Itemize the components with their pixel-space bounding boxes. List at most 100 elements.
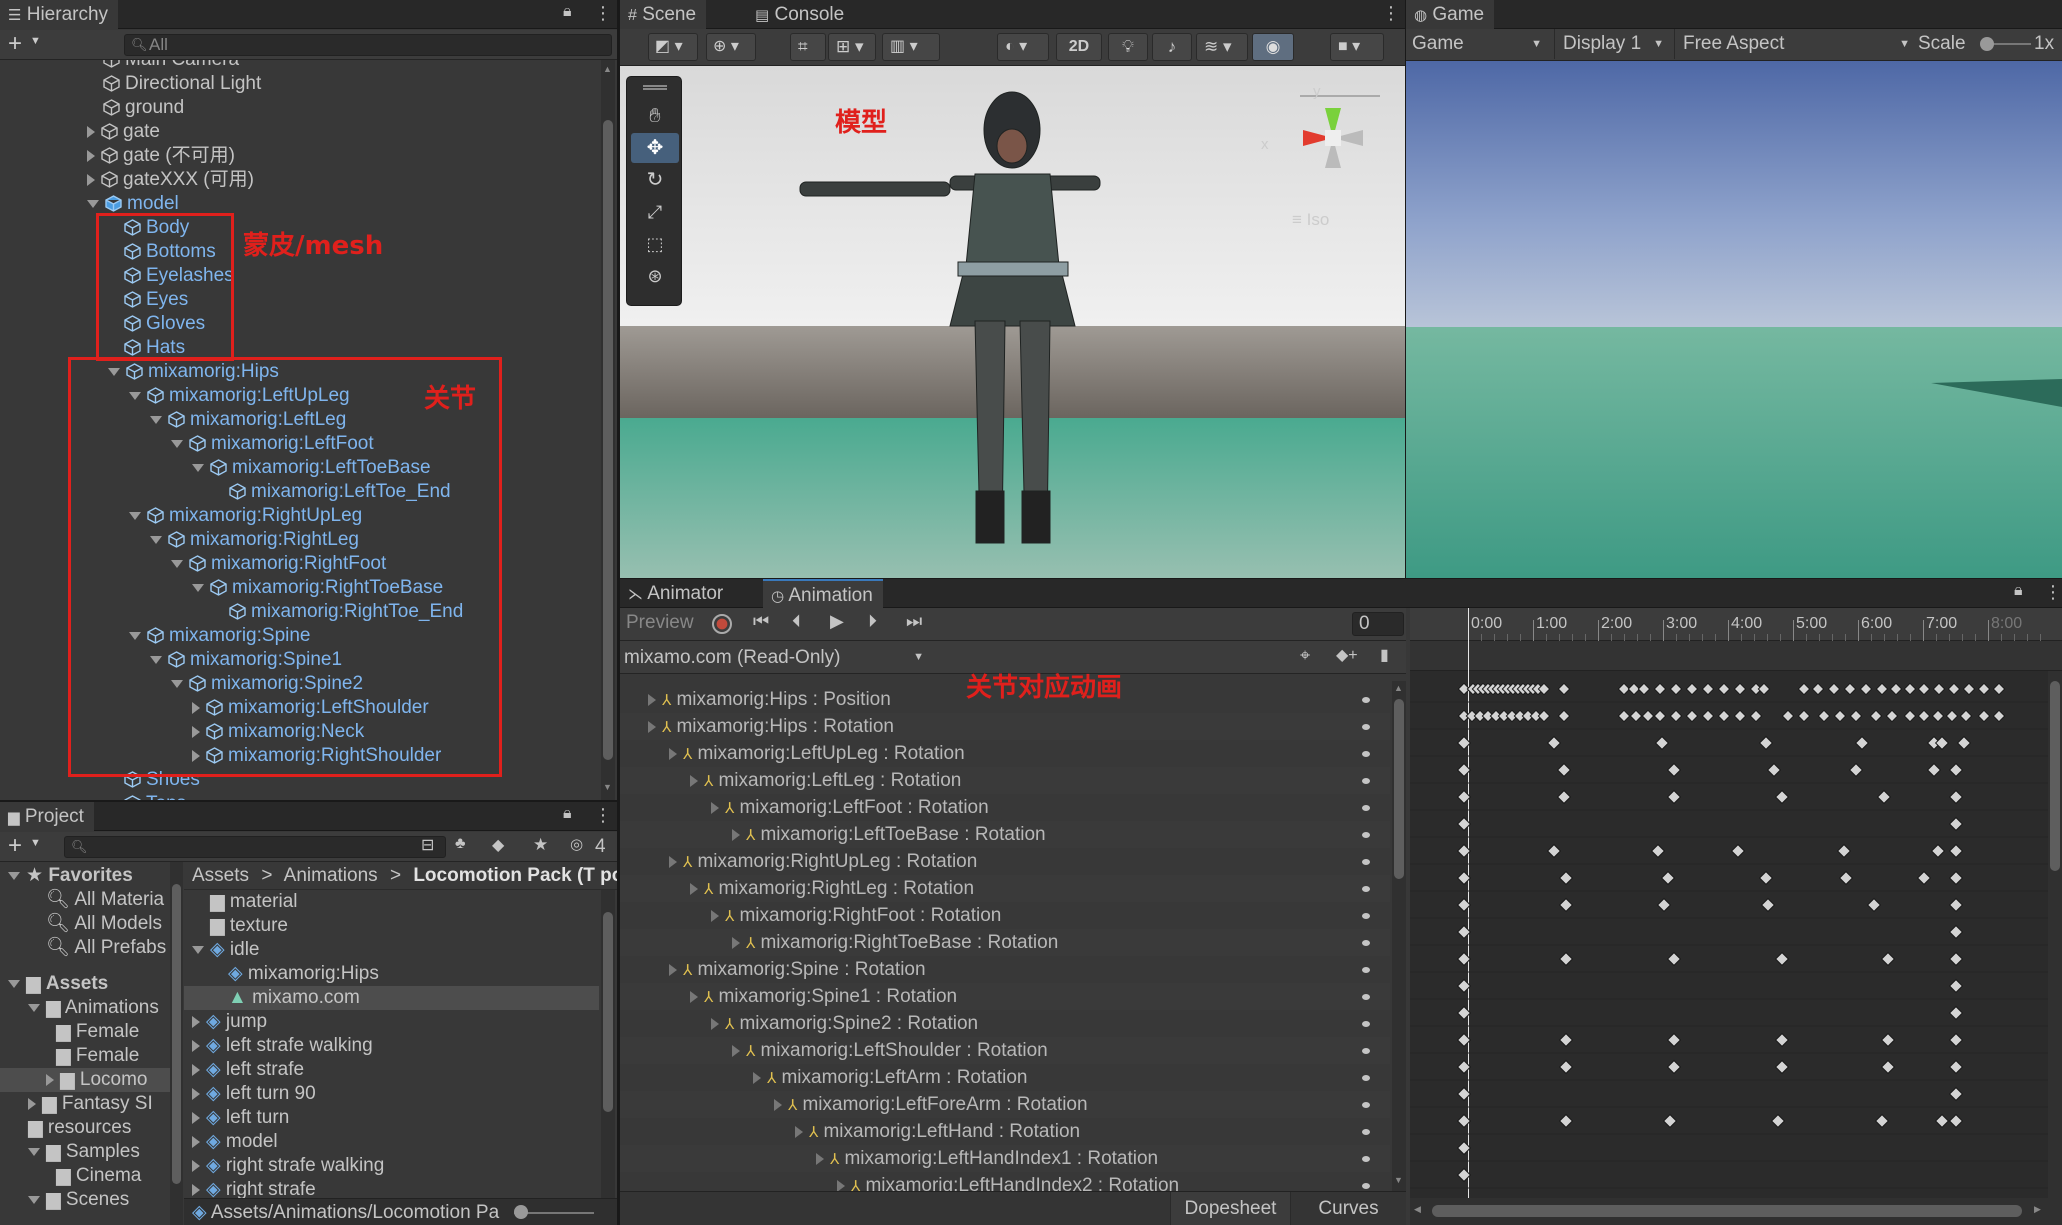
keyframe-marker[interactable] (1456, 1086, 1472, 1102)
property-value-dot[interactable] (1362, 940, 1370, 946)
keyframe-marker[interactable] (1962, 682, 1976, 696)
expand-arrow-icon[interactable] (192, 1159, 200, 1172)
expand-arrow-icon[interactable] (732, 936, 740, 949)
lock-icon[interactable]: 🔒︎ (2014, 582, 2023, 600)
breadcrumb-locomotion[interactable]: Locomotion Pack (T pos (413, 865, 617, 886)
scroll-thumb[interactable] (603, 120, 613, 760)
collapse-arrow-icon[interactable] (192, 945, 204, 954)
expand-arrow-icon[interactable] (816, 1152, 824, 1165)
keyframe-marker[interactable] (1948, 951, 1964, 967)
project-file-item[interactable]: ◈ jump (192, 1010, 267, 1034)
keyframe-marker[interactable] (1666, 789, 1682, 805)
keyframe-marker[interactable] (1656, 897, 1672, 913)
scroll-down-arrow[interactable]: ▼ (603, 782, 612, 792)
dropdown-arrow-icon[interactable]: ▼ (30, 35, 41, 47)
grid-snap-toggle[interactable]: ⌗ (790, 33, 826, 61)
timeline[interactable]: 0:00 1:00 2:00 3:00 4:00 5:00 6:00 7:00 8:00 ◀ ▶ (1410, 608, 2062, 1225)
keyframe-marker[interactable] (1827, 682, 1841, 696)
keyframe-marker[interactable] (1733, 709, 1747, 723)
keyframe-marker[interactable] (1885, 709, 1899, 723)
hand-tool-icon[interactable]: ✋︎ (631, 101, 679, 131)
keyframe-marker[interactable] (1456, 1059, 1472, 1075)
keyframe-marker[interactable] (1558, 870, 1574, 886)
animation-property-row[interactable]: ⅄ mixamorig:Hips : Position (620, 686, 1390, 713)
effects-dropdown[interactable]: ≋ ▾ (1196, 33, 1248, 61)
keyframe-marker[interactable] (1749, 709, 1763, 723)
preview-button[interactable]: Preview (626, 612, 694, 634)
keyframe-target-icon[interactable]: ⌖ (1300, 645, 1310, 666)
favorite-item[interactable]: 🔍︎ All Prefabs (46, 936, 166, 960)
expand-arrow-icon[interactable] (87, 125, 95, 138)
keyframe-marker[interactable] (1637, 682, 1651, 696)
favorites-section[interactable]: ★ Favorites (8, 864, 133, 888)
hierarchy-item[interactable]: ground (103, 96, 184, 120)
palette-grip[interactable] (643, 85, 667, 90)
keyframe-marker[interactable] (1666, 1059, 1682, 1075)
property-value-dot[interactable] (1362, 1075, 1370, 1081)
audio-toggle[interactable]: ♪ (1152, 33, 1192, 61)
animation-property-row[interactable]: ⅄ mixamorig:RightLeg : Rotation (620, 875, 1390, 902)
folder-item[interactable]: ▆ Animations (28, 996, 159, 1020)
expand-arrow-icon[interactable] (87, 149, 95, 162)
expand-arrow-icon[interactable] (648, 693, 656, 706)
tab-game[interactable]: ◍ Game (1406, 0, 1495, 29)
keyframe-marker[interactable] (1650, 843, 1666, 859)
game-mode-dropdown[interactable]: Game ▼ (1412, 29, 1542, 59)
play-icon[interactable]: ▶ (830, 611, 844, 632)
scroll-thumb[interactable] (2050, 681, 2060, 871)
curves-tab[interactable]: Curves (1290, 1192, 1406, 1225)
assets-section[interactable]: ▆ Assets (8, 972, 108, 996)
keyframe-marker[interactable] (1880, 1032, 1896, 1048)
scroll-thumb[interactable] (1394, 699, 1404, 879)
property-value-dot[interactable] (1362, 1048, 1370, 1054)
favorite-item[interactable]: 🔍︎ All Models (46, 912, 162, 936)
expand-arrow-icon[interactable] (192, 1183, 200, 1196)
keyframe-marker[interactable] (1903, 682, 1917, 696)
keyframe-marker[interactable] (1956, 735, 1972, 751)
collapse-arrow-icon[interactable] (8, 979, 20, 988)
keyframe-marker[interactable] (1617, 709, 1631, 723)
keyframe-marker[interactable] (1948, 843, 1964, 859)
scroll-down-arrow[interactable]: ▼ (1394, 1175, 1403, 1185)
keyframe-marker[interactable] (1948, 1086, 1964, 1102)
property-value-dot[interactable] (1362, 1102, 1370, 1108)
breadcrumb-assets[interactable]: Assets (192, 865, 249, 886)
tab-animation[interactable]: ◷ Animation (763, 579, 883, 608)
increment-snap-dropdown[interactable]: ▥ ▾ (882, 33, 940, 61)
expand-arrow-icon[interactable] (192, 1135, 200, 1148)
keyframe-marker[interactable] (1641, 709, 1655, 723)
aspect-dropdown[interactable]: Free Aspect ▼ (1674, 29, 1910, 59)
property-scrollbar[interactable]: ▲ ▼ (1392, 681, 1406, 1191)
keyframe-marker[interactable] (1760, 897, 1776, 913)
keyframe-marker[interactable] (1817, 709, 1831, 723)
project-file-item[interactable]: ▲ mixamo.com (184, 986, 599, 1010)
keyframe-marker[interactable] (1717, 682, 1731, 696)
keyframe-marker[interactable] (1811, 682, 1825, 696)
property-value-dot[interactable] (1362, 859, 1370, 865)
breadcrumb-animations[interactable]: Animations (284, 865, 378, 886)
collapse-arrow-icon[interactable] (8, 871, 20, 880)
expand-arrow-icon[interactable] (669, 747, 677, 760)
hierarchy-item[interactable]: gateXXX (可用) (87, 168, 254, 192)
property-value-dot[interactable] (1362, 1021, 1370, 1027)
expand-arrow-icon[interactable] (711, 909, 719, 922)
keyframe-marker[interactable] (1931, 709, 1945, 723)
keyframe-marker[interactable] (1757, 682, 1771, 696)
folder-item[interactable]: ▆ resources (28, 1116, 131, 1140)
expand-arrow-icon[interactable] (192, 1015, 200, 1028)
animation-property-row[interactable]: ⅄ mixamorig:RightUpLeg : Rotation (620, 848, 1390, 875)
expand-arrow-icon[interactable] (28, 1003, 40, 1012)
property-value-dot[interactable] (1362, 1156, 1370, 1162)
next-keyframe-icon[interactable]: ⏵︎ (868, 611, 877, 632)
keyframe-marker[interactable] (1766, 762, 1782, 778)
orientation-gizmo[interactable] (1270, 78, 1390, 228)
kebab-menu-icon[interactable]: ⋮ (594, 3, 612, 24)
keyframe-marker[interactable] (1948, 924, 1964, 940)
add-button[interactable]: + (8, 30, 22, 58)
expand-arrow-icon[interactable] (711, 801, 719, 814)
keyframe-marker[interactable] (1701, 709, 1715, 723)
property-value-dot[interactable] (1362, 832, 1370, 838)
animation-property-row[interactable]: ⅄ mixamorig:LeftForeArm : Rotation (620, 1091, 1390, 1118)
keyframe-marker[interactable] (1666, 951, 1682, 967)
keyframe-marker[interactable] (1701, 682, 1715, 696)
